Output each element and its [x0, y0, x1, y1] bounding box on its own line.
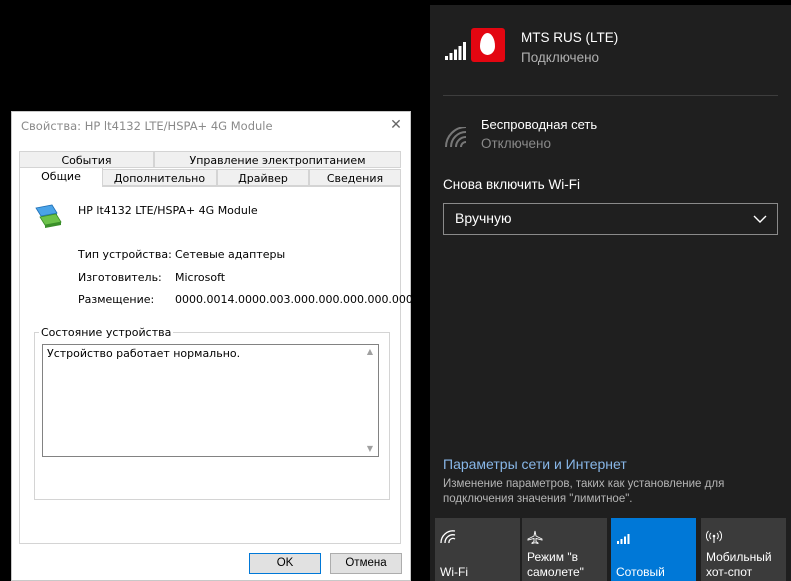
- divider: [443, 95, 778, 96]
- quick-action-label: Wi-Fi: [440, 565, 468, 579]
- tab-events[interactable]: События: [19, 151, 154, 168]
- device-status-text: Устройство работает нормально.: [47, 347, 241, 360]
- close-icon[interactable]: ✕: [387, 116, 405, 134]
- network-settings-description: Изменение параметров, таких как установл…: [443, 478, 725, 505]
- device-properties-dialog: Свойства: HP lt4132 LTE/HSPA+ 4G Module …: [11, 111, 413, 581]
- signal-strength-icon: [445, 42, 466, 60]
- scroll-down-icon[interactable]: ▼: [362, 442, 378, 456]
- status-scrollbar[interactable]: ▲ ▼: [362, 345, 378, 456]
- reenable-wifi-label: Снова включить Wi-Fi: [443, 177, 580, 192]
- tab-power-management[interactable]: Управление электропитанием: [154, 151, 401, 168]
- network-adapter-icon: [35, 204, 62, 228]
- cancel-button[interactable]: Отмена: [330, 553, 402, 574]
- airplane-icon: [527, 530, 543, 544]
- quick-action-label: Мобильный хот-спот: [706, 550, 772, 579]
- device-status-label: Состояние устройства: [39, 326, 174, 339]
- device-type-value: Сетевые адаптеры: [175, 248, 286, 261]
- chevron-down-icon: [753, 215, 767, 223]
- reenable-wifi-value: Вручную: [455, 210, 512, 226]
- cellular-icon: [617, 534, 630, 544]
- wifi-icon: [440, 530, 456, 544]
- device-type-label: Тип устройства:: [78, 248, 172, 261]
- tab-details[interactable]: Сведения: [309, 169, 401, 186]
- network-flyout: MTS RUS (LTE) Подключено Беспроводная се…: [430, 5, 791, 581]
- manufacturer-value: Microsoft: [175, 271, 226, 284]
- device-status-textbox[interactable]: Устройство работает нормально. ▲ ▼: [42, 344, 379, 457]
- scroll-up-icon[interactable]: ▲: [362, 345, 378, 359]
- mobile-network-name[interactable]: MTS RUS (LTE): [521, 30, 618, 45]
- quick-action-hotspot[interactable]: Мобильный хот-спот: [701, 518, 786, 581]
- quick-action-label: Сотовый: [616, 565, 665, 579]
- wifi-network-status: Отключено: [481, 136, 551, 151]
- dialog-title: Свойства: HP lt4132 LTE/HSPA+ 4G Module: [21, 119, 273, 133]
- quick-action-cellular[interactable]: Сотовый: [611, 518, 696, 581]
- manufacturer-label: Изготовитель:: [78, 271, 162, 284]
- mts-logo: [471, 28, 505, 62]
- device-name: HP lt4132 LTE/HSPA+ 4G Module: [78, 204, 258, 217]
- location-value: 0000.0014.0000.003.000.000.000.000.000: [175, 293, 413, 306]
- quick-action-airplane[interactable]: Режим "в самолете": [522, 518, 607, 581]
- location-label: Размещение:: [78, 293, 155, 306]
- tab-advanced[interactable]: Дополнительно: [102, 169, 217, 186]
- tab-general[interactable]: Общие: [19, 167, 103, 187]
- mobile-network-status: Подключено: [521, 50, 600, 65]
- ok-button[interactable]: OK: [249, 553, 321, 574]
- hotspot-icon: [706, 530, 722, 543]
- reenable-wifi-dropdown[interactable]: Вручную: [443, 203, 778, 235]
- network-settings-link[interactable]: Параметры сети и Интернет: [443, 456, 627, 472]
- quick-action-label: Режим "в самолете": [527, 550, 584, 579]
- tab-driver[interactable]: Драйвер: [217, 169, 309, 186]
- quick-action-wifi[interactable]: Wi-Fi: [435, 518, 520, 581]
- wifi-off-icon: [445, 127, 467, 148]
- wifi-network-name[interactable]: Беспроводная сеть: [481, 117, 597, 132]
